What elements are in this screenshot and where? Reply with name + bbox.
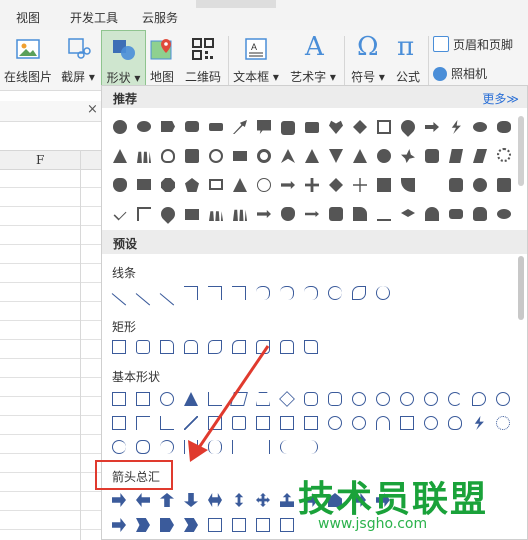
watermark-url: www.jsgho.com <box>318 516 428 532</box>
annotation-arrowhead <box>188 440 208 462</box>
annotation-highlight-box <box>95 460 173 490</box>
annotation-arrow-line <box>194 345 270 453</box>
watermark-title: 技术员联盟 <box>298 479 489 520</box>
annotation-overlay <box>188 345 270 462</box>
